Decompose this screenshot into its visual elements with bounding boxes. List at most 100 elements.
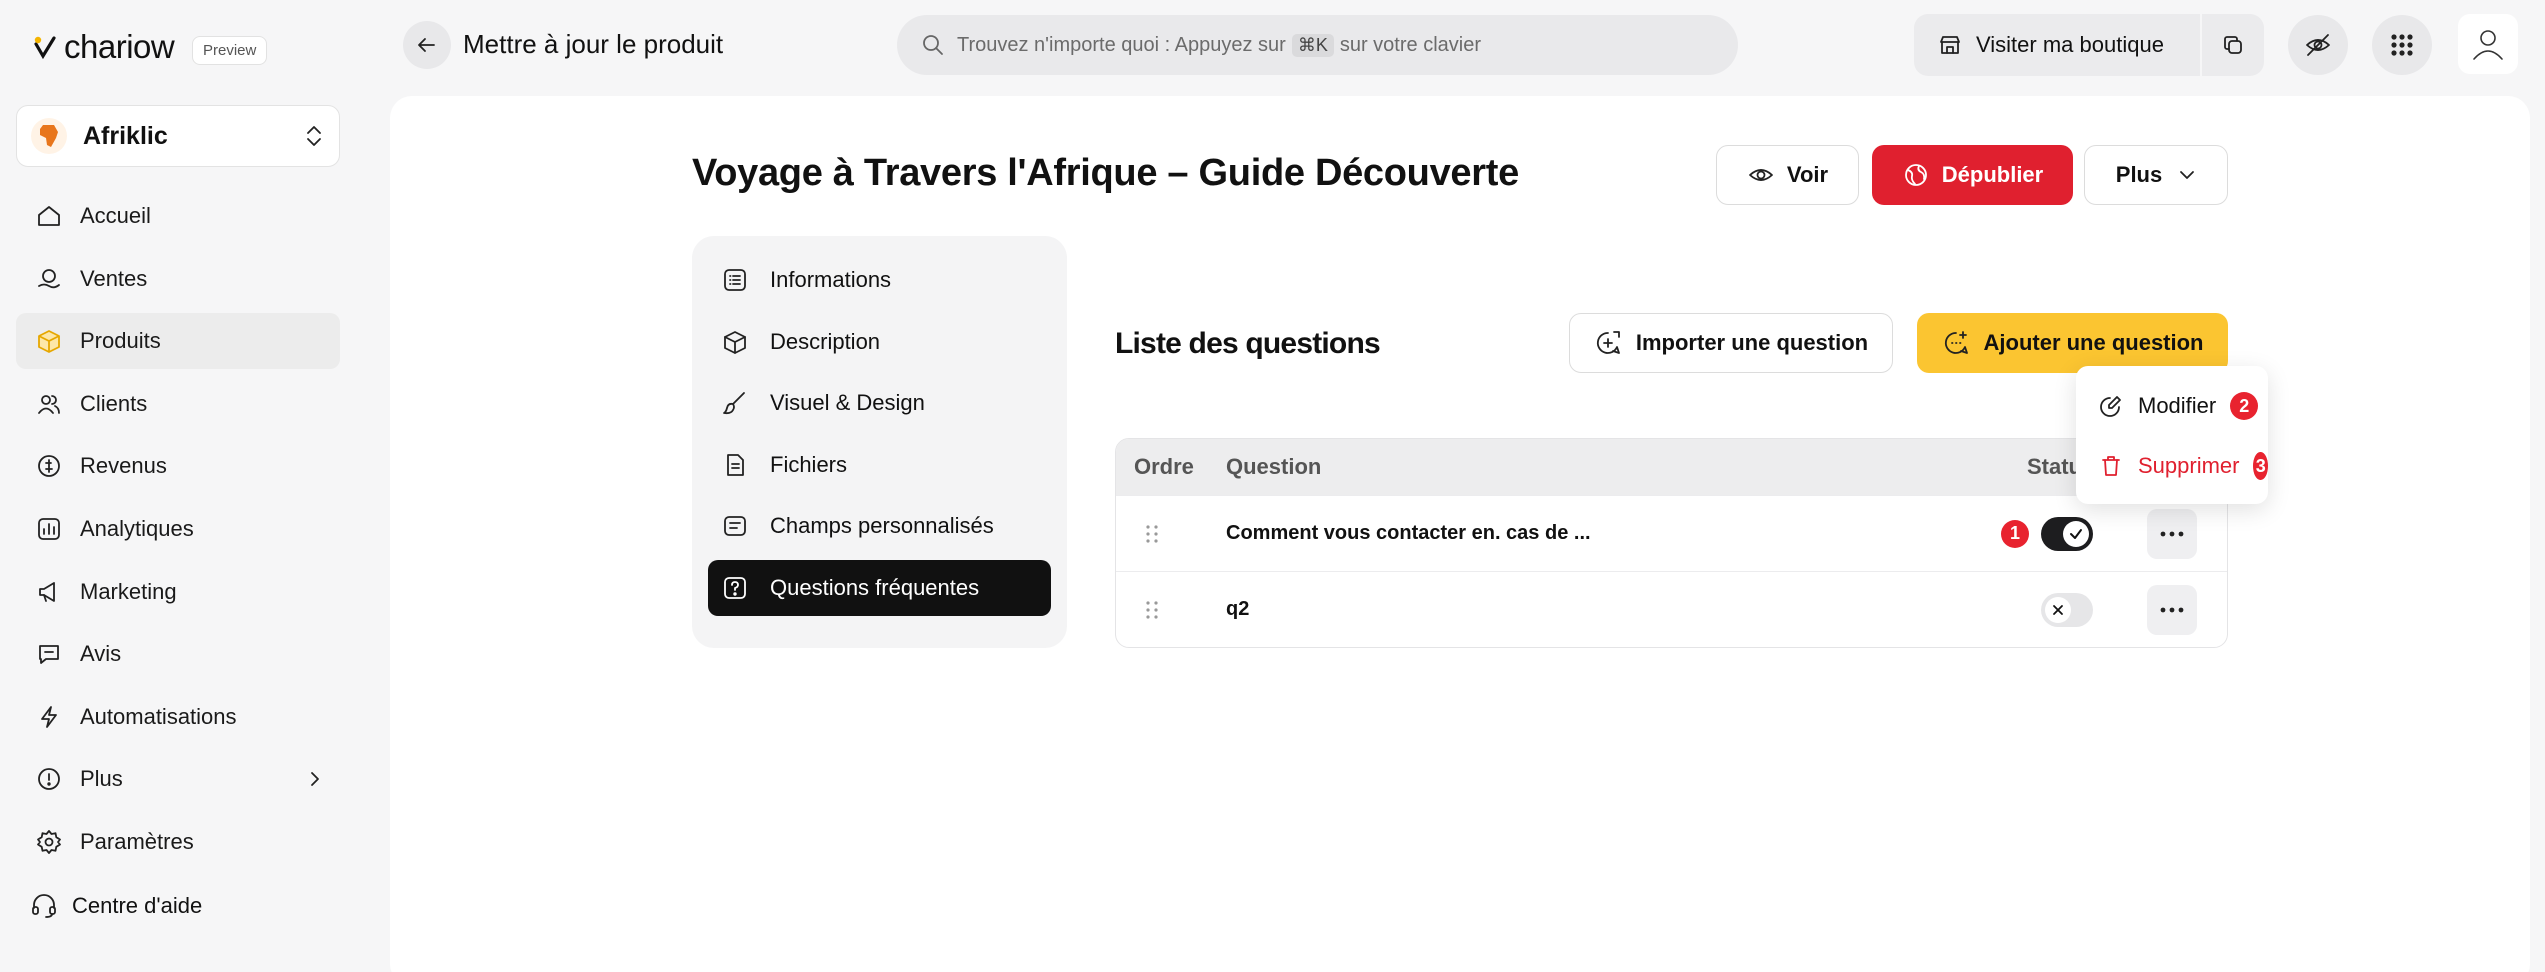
row-actions-button[interactable] [2147,584,2197,635]
search-placeholder: Trouvez n'importe quoi : Appuyez sur [957,33,1286,56]
copy-icon [2221,33,2245,57]
chat-add-icon [1942,329,1970,357]
user-icon [2469,25,2507,63]
sidebar-item-label: Automatisations [80,703,237,729]
menu-item-label: Supprimer [2138,453,2240,478]
sidebar-item-automatisations[interactable]: Automatisations [16,689,340,745]
drag-handle-icon[interactable] [1116,523,1226,545]
sidebar: chariow Preview Afriklic Accueil Ventes … [0,0,356,972]
chart-icon [34,514,64,544]
tab-label: Questions fréquentes [770,574,980,600]
more-actions-label: Plus [2115,162,2163,187]
tab-label: Description [770,328,881,354]
tab-label: Visuel & Design [770,390,925,416]
status-toggle[interactable] [2041,592,2093,627]
box-icon [34,326,64,356]
tab-label: Informations [770,267,892,292]
product-subnav: Informations Description Visuel & Design… [692,236,1067,648]
questions-list-title: Liste des questions [1115,327,1381,360]
tab-label: Fichiers [770,451,848,477]
bolt-icon [34,702,64,732]
sidebar-item-label: Ventes [80,265,148,291]
edit-icon [2098,393,2124,419]
drag-handle-icon[interactable] [1116,599,1226,621]
menu-item-delete[interactable]: Supprimer 3 [2076,436,2268,496]
megaphone-icon [34,577,64,607]
question-text: q2 [1226,598,1250,620]
row-actions-button[interactable] [2147,508,2197,559]
sidebar-item-marketing[interactable]: Marketing [16,564,340,620]
column-header-question: Question [1226,454,1322,479]
tab-champs-personnalises[interactable]: Champs personnalisés [708,498,1051,554]
check-icon [2063,520,2089,547]
hide-preview-button[interactable] [2288,15,2348,75]
apps-button[interactable] [2372,15,2432,75]
sales-icon [34,264,64,294]
x-icon [2045,596,2071,623]
step-badge: 3 [2253,452,2268,480]
sidebar-item-parametres[interactable]: Paramètres [16,814,340,870]
sidebar-item-clients[interactable]: Clients [16,376,340,432]
view-label: Voir [1786,162,1829,187]
table-row[interactable]: Comment vous contacter en. cas de ... 1 [1116,495,2227,571]
arrow-left-icon [416,34,438,56]
brand-logo[interactable]: chariow [32,28,175,66]
ellipsis-icon [2160,607,2184,613]
sidebar-item-ventes[interactable]: Ventes [16,251,340,307]
sidebar-item-accueil[interactable]: Accueil [16,188,340,244]
status-toggle[interactable] [2041,516,2093,551]
chevron-down-icon [2178,169,2196,181]
unpublish-label: Dépublier [1941,162,2044,187]
revenue-icon [34,451,64,481]
users-icon [34,389,64,419]
tab-visual-design[interactable]: Visuel & Design [708,375,1051,431]
search-placeholder-suffix: sur votre clavier [1339,33,1481,56]
sidebar-item-plus[interactable]: Plus [16,751,340,807]
sidebar-item-label: Avis [80,641,122,667]
more-circle-icon [34,764,64,794]
page-title: Mettre à jour le produit [463,29,724,59]
menu-item-edit[interactable]: Modifier 2 [2076,376,2268,436]
question-text: Comment vous contacter en. cas de ... [1226,522,1591,544]
search-icon [921,33,945,57]
sidebar-item-label: Accueil [80,203,151,228]
product-title: Voyage à Travers l'Afrique – Guide Décou… [692,152,1519,194]
table-row[interactable]: q2 [1116,571,2227,647]
chat-plus-icon [1594,329,1622,357]
tab-fichiers[interactable]: Fichiers [708,437,1051,493]
visit-shop-group: Visiter ma boutique [1914,14,2264,76]
sidebar-item-label: Revenus [80,453,167,479]
cube-icon [720,327,750,357]
search-input[interactable]: Trouvez n'importe quoi : Appuyez sur ⌘K … [897,15,1738,75]
visit-shop-button[interactable]: Visiter ma boutique [1914,14,2202,76]
sidebar-item-analytiques[interactable]: Analytiques [16,501,340,557]
brand-name: chariow [64,28,175,65]
column-header-order: Ordre [1134,454,1194,479]
tab-description[interactable]: Description [708,314,1051,370]
import-question-button[interactable]: Importer une question [1569,313,1893,373]
view-button[interactable]: Voir [1716,145,1859,205]
sidebar-item-avis[interactable]: Avis [16,626,340,682]
tab-questions-frequentes[interactable]: Questions fréquentes [708,559,1051,616]
search-shortcut: ⌘K [1291,33,1334,57]
tab-informations[interactable]: Informations [708,252,1051,308]
sidebar-item-produits[interactable]: Produits [16,313,340,370]
globe-icon [1902,161,1930,189]
more-actions-button[interactable]: Plus [2084,145,2228,205]
row-actions-menu: Modifier 2 Supprimer 3 [2076,366,2268,504]
sidebar-item-label: Marketing [80,578,177,604]
copy-link-button[interactable] [2202,14,2264,76]
add-question-button[interactable]: Ajouter une question [1917,313,2228,373]
shop-selector[interactable]: Afriklic [16,105,340,167]
back-button[interactable] [403,21,451,69]
user-avatar[interactable] [2458,14,2518,74]
questions-table: Ordre Question Statut Comment vous conta… [1115,438,2228,648]
sidebar-item-revenus[interactable]: Revenus [16,438,340,494]
review-icon [34,639,64,669]
import-question-label: Importer une question [1635,330,1869,355]
list-icon [720,265,750,295]
table-header: Ordre Question Statut [1116,439,2227,495]
unpublish-button[interactable]: Dépublier [1872,145,2073,205]
help-center-link[interactable]: Centre d'aide [30,892,202,920]
preview-badge: Preview [192,36,268,65]
